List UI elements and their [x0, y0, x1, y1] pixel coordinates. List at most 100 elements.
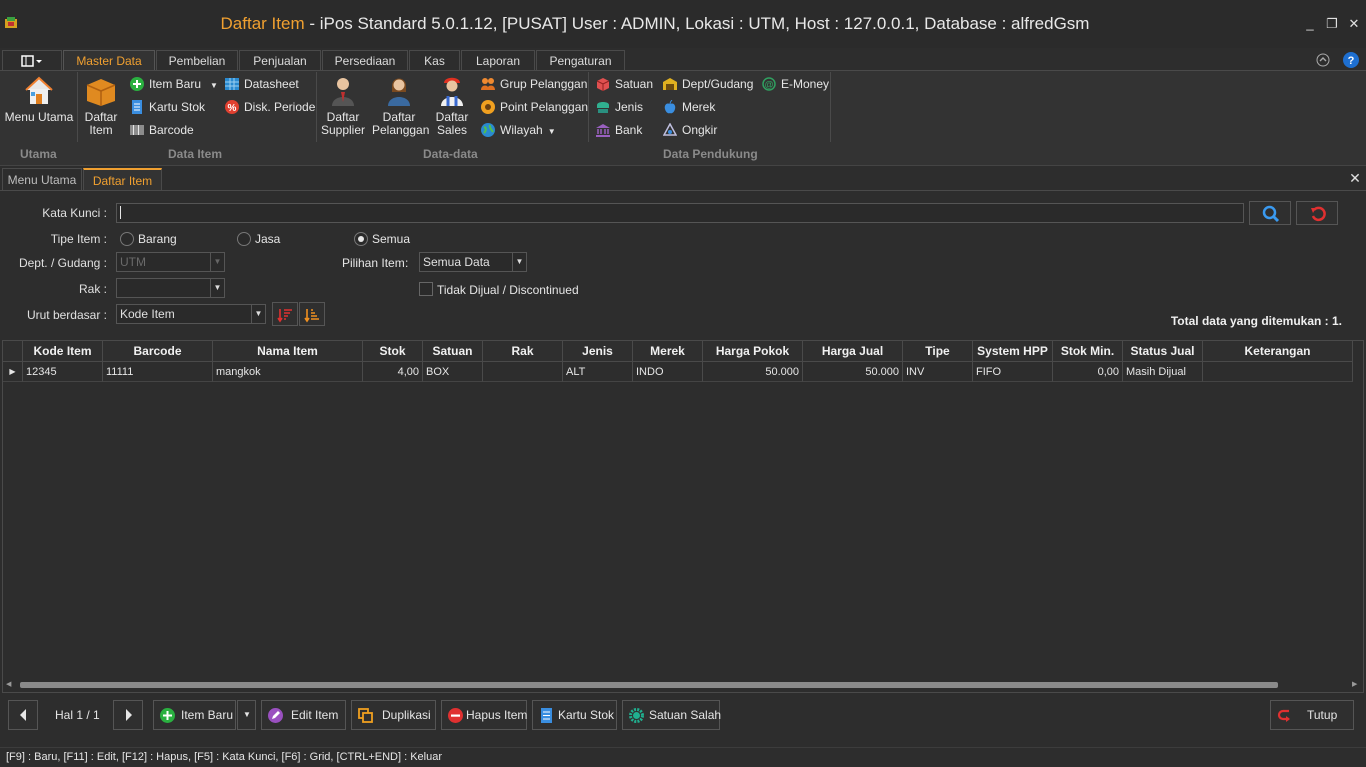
table-cell-status-jual[interactable]: Masih Dijual	[1123, 362, 1203, 382]
scroll-left-icon[interactable]: ◀	[6, 680, 11, 688]
urut-berdasar-select[interactable]: Kode Item ▼	[116, 304, 266, 324]
wilayah-button[interactable]: Wilayah ▼	[481, 120, 556, 140]
table-cell-jenis[interactable]: ALT	[563, 362, 633, 382]
table-cell-keterangan[interactable]	[1203, 362, 1353, 382]
tab-penjualan[interactable]: Penjualan	[239, 50, 321, 71]
duplikasi-button[interactable]: Duplikasi	[351, 700, 436, 730]
ongkir-button[interactable]: Ongkir	[663, 120, 717, 140]
daftar-pelanggan-button[interactable]: Daftar Pelanggan	[372, 74, 429, 140]
scrollbar-thumb[interactable]	[20, 682, 1278, 688]
help-icon[interactable]: ?	[1343, 52, 1359, 68]
item-baru-dropdown-button[interactable]: ▼	[237, 700, 256, 730]
close-doc-tab-icon[interactable]: ✕	[1347, 170, 1363, 186]
prev-page-button[interactable]	[8, 700, 38, 730]
satuan-salah-button[interactable]: Satuan Salah	[622, 700, 721, 730]
datasheet-button[interactable]: Datasheet	[225, 74, 299, 94]
table-cell-kode-item[interactable]: 12345	[23, 362, 103, 382]
point-pelanggan-button[interactable]: Point Pelanggan	[481, 97, 588, 117]
barcode-button[interactable]: Barcode	[130, 120, 194, 140]
radio-jasa[interactable]	[237, 232, 251, 246]
horizontal-scrollbar[interactable]: ◀ ▶	[4, 680, 1362, 690]
group-label-data-item: Data Item	[168, 147, 223, 161]
satuan-button[interactable]: Satuan	[596, 74, 653, 94]
window-title-text: - iPos Standard 5.0.1.12, [PUSAT] User :…	[304, 14, 1090, 33]
scroll-right-icon[interactable]: ▶	[1352, 680, 1357, 688]
col-header-tipe[interactable]: Tipe	[903, 341, 973, 362]
tab-pembelian[interactable]: Pembelian	[156, 50, 238, 71]
rak-select[interactable]: ▼	[116, 278, 225, 298]
close-window-button[interactable]: ✕	[1344, 14, 1364, 34]
satuan-label: Satuan	[615, 77, 654, 91]
jenis-button[interactable]: Jenis	[596, 97, 643, 117]
daftar-sales-button[interactable]: Daftar Sales	[430, 74, 474, 140]
col-header-barcode[interactable]: Barcode	[103, 341, 213, 362]
kata-kunci-input[interactable]	[116, 203, 1244, 223]
col-header-status-jual[interactable]: Status Jual	[1123, 341, 1203, 362]
discontinued-checkbox[interactable]	[419, 282, 433, 296]
col-header-harga-jual[interactable]: Harga Jual	[803, 341, 903, 362]
kartu-stok-bottom-button[interactable]: Kartu Stok	[532, 700, 617, 730]
dept-gudang-button[interactable]: Dept/Gudang	[663, 74, 753, 94]
tab-pengaturan[interactable]: Pengaturan	[536, 50, 625, 71]
item-grid[interactable]	[2, 340, 1364, 693]
kartu-stok-ribbon-button[interactable]: Kartu Stok	[130, 97, 205, 117]
menu-utama-button[interactable]: Menu Utama	[4, 74, 74, 140]
table-cell-merek[interactable]: INDO	[633, 362, 703, 382]
table-cell-satuan[interactable]: BOX	[423, 362, 483, 382]
table-cell-harga-jual[interactable]: 50.000	[803, 362, 903, 382]
minimize-button[interactable]: _	[1300, 14, 1320, 34]
tab-master-data[interactable]: Master Data	[63, 50, 155, 71]
restore-button[interactable]: ❐	[1322, 14, 1342, 34]
item-baru-bottom-button[interactable]: Item Baru	[153, 700, 236, 730]
dept-gudang-select[interactable]: UTM ▼	[116, 252, 225, 272]
kartu-stok-bottom-label: Kartu Stok	[558, 708, 615, 722]
application-menu-button[interactable]	[2, 50, 62, 71]
col-header-harga-pokok[interactable]: Harga Pokok	[703, 341, 803, 362]
emoney-button[interactable]: @ E-Money	[762, 74, 829, 94]
table-cell-stok[interactable]: 4,00	[363, 362, 423, 382]
edit-item-button[interactable]: Edit Item	[261, 700, 346, 730]
table-cell-nama-item[interactable]: mangkok	[213, 362, 363, 382]
radio-barang[interactable]	[120, 232, 134, 246]
col-header-jenis[interactable]: Jenis	[563, 341, 633, 362]
daftar-supplier-button[interactable]: Daftar Supplier	[320, 74, 366, 140]
grup-pelanggan-button[interactable]: Grup Pelanggan	[481, 74, 587, 94]
window-title: Daftar Item - iPos Standard 5.0.1.12, [P…	[0, 14, 1310, 34]
tab-persediaan[interactable]: Persediaan	[322, 50, 408, 71]
item-baru-button[interactable]: Item Baru ▼	[130, 74, 218, 94]
chevron-down-icon: ▼	[210, 253, 224, 271]
doc-tab-daftar-item[interactable]: Daftar Item	[83, 168, 162, 191]
bank-button[interactable]: Bank	[596, 120, 642, 140]
doc-tab-menu-utama[interactable]: Menu Utama	[2, 168, 82, 191]
col-header-system-hpp[interactable]: System HPP	[973, 341, 1053, 362]
tab-laporan[interactable]: Laporan	[461, 50, 535, 71]
radio-semua[interactable]	[354, 232, 368, 246]
disk-periode-button[interactable]: % Disk. Periode	[225, 97, 315, 117]
merek-button[interactable]: Merek	[663, 97, 715, 117]
hapus-item-button[interactable]: Hapus Item	[441, 700, 527, 730]
pilihan-item-select[interactable]: Semua Data ▼	[419, 252, 527, 272]
col-header-satuan[interactable]: Satuan	[423, 341, 483, 362]
table-cell-barcode[interactable]: 11111	[103, 362, 213, 382]
table-cell-tipe[interactable]: INV	[903, 362, 973, 382]
col-header-stok-min[interactable]: Stok Min.	[1053, 341, 1123, 362]
table-cell-rak[interactable]	[483, 362, 563, 382]
table-cell-stok-min[interactable]: 0,00	[1053, 362, 1123, 382]
col-header-merek[interactable]: Merek	[633, 341, 703, 362]
next-page-button[interactable]	[113, 700, 143, 730]
sort-ascending-button[interactable]	[272, 302, 298, 326]
col-header-rak[interactable]: Rak	[483, 341, 563, 362]
tutup-button[interactable]: Tutup	[1270, 700, 1354, 730]
col-header-nama-item[interactable]: Nama Item	[213, 341, 363, 362]
table-cell-harga-pokok[interactable]: 50.000	[703, 362, 803, 382]
table-cell-system-hpp[interactable]: FIFO	[973, 362, 1053, 382]
tab-kas[interactable]: Kas	[409, 50, 460, 71]
col-header-kode-item[interactable]: Kode Item	[23, 341, 103, 362]
daftar-item-button[interactable]: Daftar Item	[80, 74, 122, 140]
sort-descending-button[interactable]	[299, 302, 325, 326]
search-button[interactable]	[1249, 201, 1291, 225]
col-header-stok[interactable]: Stok	[363, 341, 423, 362]
col-header-keterangan[interactable]: Keterangan	[1203, 341, 1353, 362]
collapse-ribbon-icon[interactable]	[1316, 53, 1330, 67]
reset-button[interactable]	[1296, 201, 1338, 225]
